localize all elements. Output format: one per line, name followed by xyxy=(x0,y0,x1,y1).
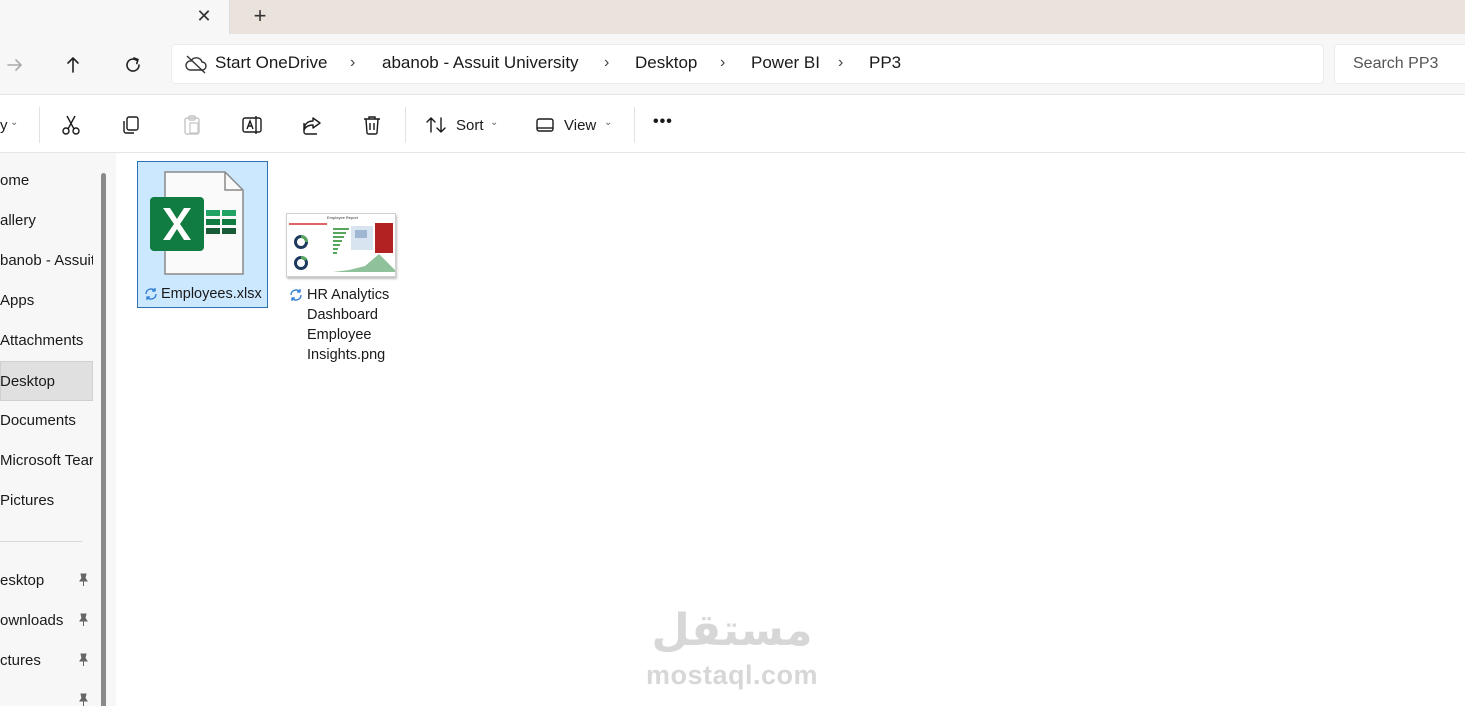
sidebar-item-label: Microsoft Tear xyxy=(0,452,93,469)
search-box[interactable]: Search PP3 xyxy=(1334,44,1465,84)
rename-icon[interactable] xyxy=(240,113,264,137)
address-bar[interactable]: Start OneDrive › abanob - Assuit Univers… xyxy=(171,44,1324,84)
watermark: مستقل mostaql.com xyxy=(642,606,822,696)
chevron-down-icon[interactable]: ⌄ xyxy=(604,117,612,128)
breadcrumb-power-bi[interactable]: Power BI xyxy=(751,53,820,73)
tab-bar: ✕ + xyxy=(0,0,1465,34)
sidebar-item-label: banob - Assuit xyxy=(0,252,93,269)
close-tab-icon[interactable]: ✕ xyxy=(193,5,215,27)
sidebar-item-label: Attachments xyxy=(0,332,84,349)
sidebar-item-apps[interactable]: Apps xyxy=(0,281,93,321)
breadcrumb-separator[interactable]: › xyxy=(838,54,843,72)
breadcrumb-desktop[interactable]: Desktop xyxy=(635,53,697,73)
paste-icon[interactable] xyxy=(180,113,204,137)
file-item-hr-analytics-png[interactable]: Employee Report HR Analytics Dashboard E… xyxy=(283,161,407,371)
watermark-latin-text: mostaql.com xyxy=(645,660,819,690)
sidebar-item-label: Apps xyxy=(0,292,35,309)
sidebar-item-documents[interactable]: Documents xyxy=(0,401,93,441)
sidebar-item-onedrive[interactable]: banob - Assuit xyxy=(0,241,93,281)
share-icon[interactable] xyxy=(300,113,324,137)
image-thumbnail: Employee Report xyxy=(286,213,396,277)
breadcrumb-separator[interactable]: › xyxy=(604,54,609,72)
pin-icon[interactable] xyxy=(76,613,90,627)
more-options-icon[interactable]: ••• xyxy=(653,113,673,131)
breadcrumb-separator[interactable]: › xyxy=(720,54,725,72)
quick-access-pictures[interactable]: ctures xyxy=(0,641,93,681)
chevron-down-icon[interactable]: ⌄ xyxy=(10,117,18,128)
file-name-line[interactable]: HR Analytics xyxy=(307,285,389,305)
search-placeholder[interactable]: Search PP3 xyxy=(1353,55,1438,73)
breadcrumb-start-onedrive[interactable]: Start OneDrive xyxy=(215,53,327,73)
toolbar-divider xyxy=(39,107,40,143)
view-button[interactable]: View xyxy=(564,117,596,134)
sidebar-item-microsoft-teams[interactable]: Microsoft Tear xyxy=(0,441,93,481)
toolbar-divider xyxy=(405,107,406,143)
sidebar-item-label: allery xyxy=(0,212,36,229)
copy-icon[interactable] xyxy=(119,113,143,137)
sidebar-item-label: Documents xyxy=(0,412,76,429)
sidebar-item-home[interactable]: ome xyxy=(0,161,93,201)
command-bar: y ⌄ Sort ⌄ View ⌄ ••• xyxy=(0,94,1465,153)
sync-pending-icon xyxy=(289,288,303,302)
breadcrumb-separator[interactable]: › xyxy=(350,54,355,72)
navigation-row: Start OneDrive › abanob - Assuit Univers… xyxy=(0,34,1465,94)
file-name-line[interactable]: Employee xyxy=(307,325,371,345)
active-tab[interactable]: ✕ xyxy=(0,0,230,34)
breadcrumb-abanob-assuit-university[interactable]: abanob - Assuit University xyxy=(382,53,579,73)
refresh-icon[interactable] xyxy=(118,50,148,80)
sidebar-item-label: esktop xyxy=(0,572,45,589)
new-tab-button[interactable]: + xyxy=(248,3,272,28)
pin-icon[interactable] xyxy=(76,653,90,667)
file-item-employees-xlsx[interactable]: Employees.xlsx xyxy=(137,161,268,308)
navigation-pane: ome allery banob - Assuit Apps Attachmen… xyxy=(0,153,96,706)
sidebar-divider xyxy=(0,541,82,542)
sidebar-item-label: ctures xyxy=(0,652,41,669)
sidebar-scrollbar[interactable] xyxy=(96,153,116,706)
cut-icon[interactable] xyxy=(59,113,83,137)
file-name-line[interactable]: Dashboard xyxy=(307,305,378,325)
scrollbar-thumb[interactable] xyxy=(101,173,106,706)
watermark-arabic-text: مستقل xyxy=(651,606,813,655)
file-name-line[interactable]: Insights.png xyxy=(307,345,385,365)
view-icon[interactable] xyxy=(533,113,557,137)
file-name[interactable]: Employees.xlsx xyxy=(161,284,262,304)
onedrive-cloud-off-icon xyxy=(184,54,208,74)
file-explorer-window: ✕ + Start OneDrive › abanob - Assuit Uni… xyxy=(0,0,1465,706)
breadcrumb-pp3[interactable]: PP3 xyxy=(869,53,901,73)
delete-icon[interactable] xyxy=(360,113,384,137)
sidebar-item-label: Pictures xyxy=(0,492,55,509)
toolbar-divider xyxy=(634,107,635,143)
sidebar-item-gallery[interactable]: allery xyxy=(0,201,93,241)
pin-icon[interactable] xyxy=(76,573,90,587)
excel-file-icon xyxy=(148,170,248,278)
quick-access-item[interactable] xyxy=(0,681,93,706)
pin-icon[interactable] xyxy=(76,693,90,706)
up-arrow-icon[interactable] xyxy=(58,50,88,80)
sort-icon[interactable] xyxy=(424,113,448,137)
sidebar-item-desktop[interactable]: Desktop xyxy=(0,361,93,401)
sync-pending-icon xyxy=(144,287,158,301)
chevron-down-icon[interactable]: ⌄ xyxy=(490,117,498,128)
sidebar-item-label: ownloads xyxy=(0,612,64,629)
quick-access-desktop[interactable]: esktop xyxy=(0,561,93,601)
sidebar-item-label: ome xyxy=(0,172,30,189)
sort-button[interactable]: Sort xyxy=(456,117,484,134)
sidebar-item-label: Desktop xyxy=(0,373,56,390)
quick-access-downloads[interactable]: ownloads xyxy=(0,601,93,641)
forward-icon[interactable] xyxy=(0,50,30,80)
sidebar-item-attachments[interactable]: Attachments xyxy=(0,321,93,361)
new-button-label[interactable]: y xyxy=(0,117,8,134)
sidebar-item-pictures[interactable]: Pictures xyxy=(0,481,93,521)
